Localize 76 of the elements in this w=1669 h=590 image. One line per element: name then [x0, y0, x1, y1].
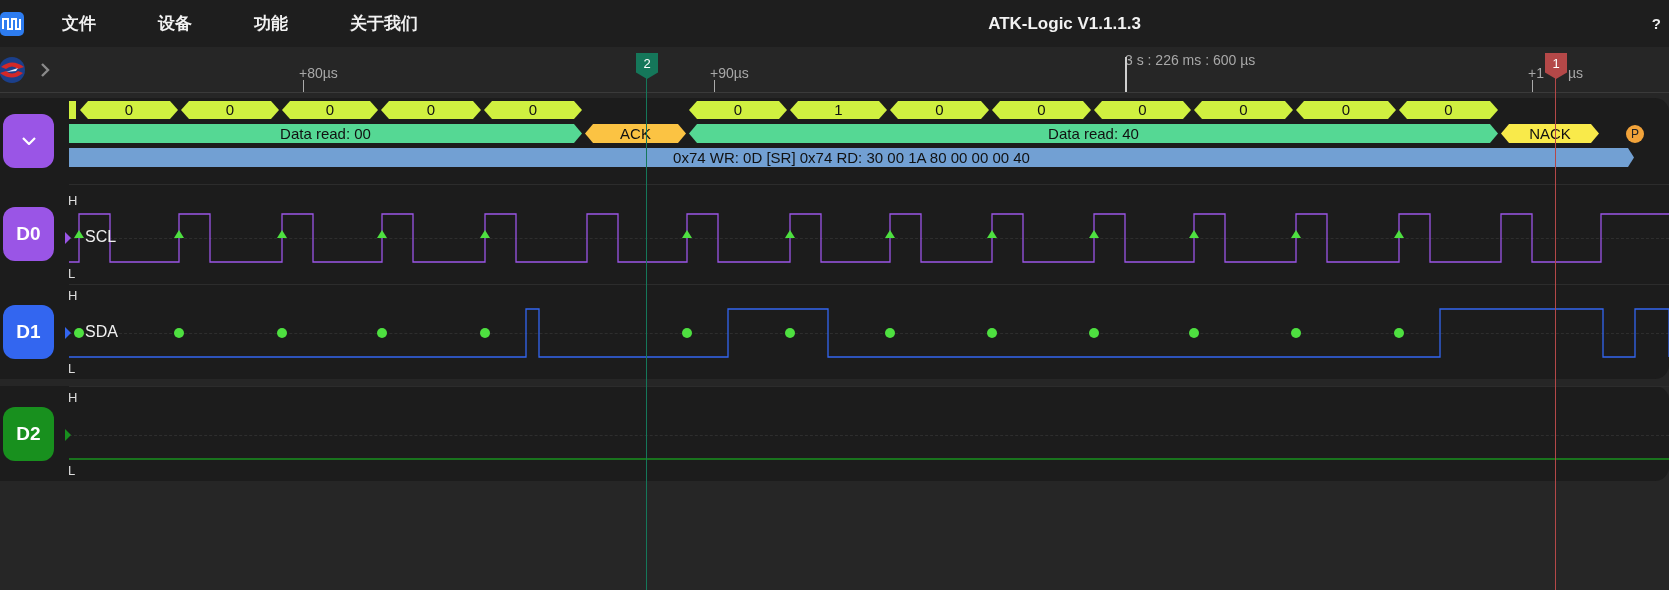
help-button[interactable]: ?	[1651, 15, 1661, 32]
channel-badge[interactable]: D1	[3, 304, 54, 359]
triangle-icon	[1089, 230, 1099, 238]
cursor-flag[interactable]: 2	[636, 53, 658, 79]
stop-marker: P	[1626, 125, 1644, 143]
square-wave-icon[interactable]	[0, 11, 24, 36]
high-label: H	[68, 390, 78, 405]
time-label: +1	[1528, 65, 1544, 81]
chevron-right-icon[interactable]	[40, 61, 50, 78]
triangle-icon	[682, 230, 692, 238]
channel-name: SDA	[85, 323, 118, 341]
dot-icon	[1089, 328, 1099, 338]
triangle-icon	[174, 230, 184, 238]
low-label: L	[68, 463, 76, 478]
dot-icon	[987, 328, 997, 338]
bit-segment: 0	[282, 101, 378, 119]
dot-icon	[277, 328, 287, 338]
triangle-icon	[785, 230, 795, 238]
bit-segment: 0	[689, 101, 787, 119]
menu-item[interactable]: 设备	[158, 12, 192, 35]
time-label: +80µs	[299, 65, 338, 81]
bit-segment: 1	[790, 101, 887, 119]
bit-segment: 0	[890, 101, 989, 119]
collapse-button[interactable]	[3, 114, 54, 168]
dot-icon	[74, 328, 84, 338]
triangle-icon	[1394, 230, 1404, 238]
cursor-flag[interactable]: 1	[1545, 53, 1567, 79]
bit-segment: 0	[1399, 101, 1498, 119]
time-label: +90µs	[710, 65, 749, 81]
high-label: H	[68, 288, 78, 303]
transaction-bar: 0x74 WR: 0D [SR] 0x74 RD: 30 00 1A 80 00 00 00 40	[69, 148, 1634, 167]
bit-segment: 0	[1296, 101, 1396, 119]
triangle-icon	[277, 230, 287, 238]
decoder-field: Data read: 40	[689, 124, 1498, 143]
triangle-icon	[74, 230, 84, 238]
pointer-icon	[65, 327, 71, 339]
triangle-icon	[1189, 230, 1199, 238]
dot-icon	[174, 328, 184, 338]
bit-segment: 0	[381, 101, 481, 119]
triangle-icon	[480, 230, 490, 238]
window-title: ATK-Logic V1.1.1.3	[988, 13, 1141, 34]
bit-segment: 0	[1194, 101, 1293, 119]
menu-item[interactable]: 关于我们	[350, 12, 418, 35]
menu-item[interactable]: 文件	[62, 12, 96, 35]
dot-icon	[377, 328, 387, 338]
channel-badge[interactable]: D2	[3, 406, 54, 461]
dot-icon	[682, 328, 692, 338]
triangle-icon	[377, 230, 387, 238]
triangle-icon	[1291, 230, 1301, 238]
cursor-line[interactable]	[1555, 78, 1557, 590]
decoder-field: Data read: 00	[69, 124, 582, 143]
cursor-line[interactable]	[646, 78, 648, 590]
dot-icon	[1189, 328, 1199, 338]
dot-icon	[1394, 328, 1404, 338]
bit-segment: 0	[484, 101, 582, 119]
pointer-icon	[65, 232, 71, 244]
bit-segment: 0	[80, 101, 178, 119]
menu-item[interactable]: 功能	[254, 12, 288, 35]
chevron-down-icon	[21, 137, 36, 145]
pointer-icon	[65, 429, 71, 441]
low-label: L	[68, 266, 76, 281]
channel-badge[interactable]: D0	[3, 207, 54, 261]
bit-segment: 0	[992, 101, 1091, 119]
triangle-icon	[987, 230, 997, 238]
bit-segment: 0	[1094, 101, 1191, 119]
dot-icon	[480, 328, 490, 338]
dot-icon	[1291, 328, 1301, 338]
bit-segment	[69, 101, 76, 119]
low-label: L	[68, 361, 76, 376]
dot-icon	[885, 328, 895, 338]
logo-icon	[0, 55, 26, 84]
triangle-icon	[885, 230, 895, 238]
dot-icon	[785, 328, 795, 338]
time-label: µs	[1568, 65, 1584, 81]
bit-segment: 0	[181, 101, 279, 119]
high-label: H	[68, 193, 78, 208]
